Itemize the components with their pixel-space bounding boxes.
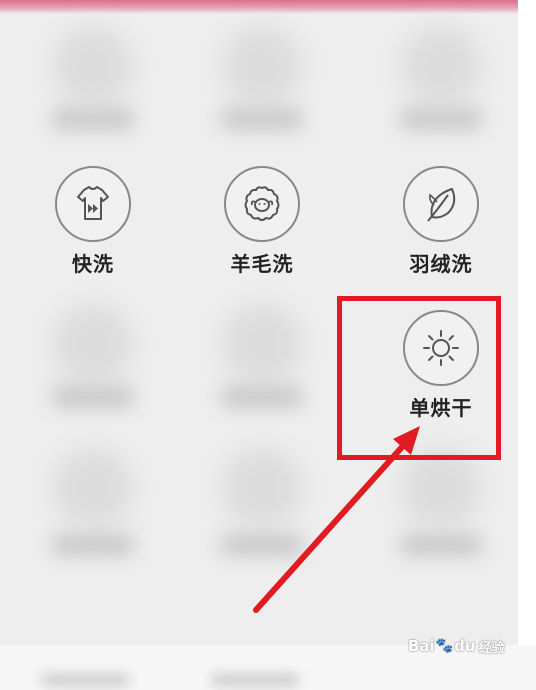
blurred-mode-icon [401,26,481,106]
mode-quick-wash[interactable]: 快洗 [38,166,148,276]
baidu-watermark: Bai 🐾 du 经验 [408,634,518,658]
sheep-icon [224,166,300,242]
top-app-bar [0,0,518,14]
blurred-mode-label [52,108,134,130]
mode-label: 羊毛洗 [230,252,294,276]
blurred-mode-icon [53,304,133,384]
mode-item-blurred[interactable] [207,448,317,558]
blurred-mode-label [400,534,482,556]
blurred-mode-icon [53,26,133,106]
mode-down-wash[interactable]: 羽绒洗 [386,166,496,276]
blurred-mode-label [52,386,134,408]
tshirt-fast-icon [55,166,131,242]
feather-icon [403,166,479,242]
watermark-brand-a: Bai [408,637,435,655]
watermark-suffix: 经验 [478,640,505,656]
mode-item-blurred[interactable] [207,26,317,136]
watermark-brand-b: du [454,637,476,655]
blurred-mode-icon [222,304,302,384]
blurred-bottom-item [210,673,300,687]
paw-icon: 🐾 [435,638,454,654]
mode-item-blurred[interactable] [38,448,148,558]
right-gutter [518,0,536,690]
blurred-mode-icon [401,448,481,528]
mode-item-blurred[interactable] [207,304,317,414]
blurred-mode-label [221,386,303,408]
mode-item-blurred[interactable] [386,448,496,558]
blurred-mode-label [52,534,134,556]
mode-item-blurred[interactable] [386,26,496,136]
blurred-mode-icon [222,26,302,106]
mode-label: 快洗 [72,252,114,276]
mode-item-blurred[interactable] [38,304,148,414]
blurred-mode-label [400,108,482,130]
mode-item-blurred[interactable] [38,26,148,136]
highlight-box [337,296,501,460]
mode-wool-wash[interactable]: 羊毛洗 [207,166,317,276]
blurred-mode-icon [53,448,133,528]
blurred-mode-label [221,108,303,130]
mode-label: 羽绒洗 [409,252,473,276]
blurred-mode-label [221,534,303,556]
blurred-mode-icon [222,448,302,528]
blurred-bottom-item [40,673,130,687]
